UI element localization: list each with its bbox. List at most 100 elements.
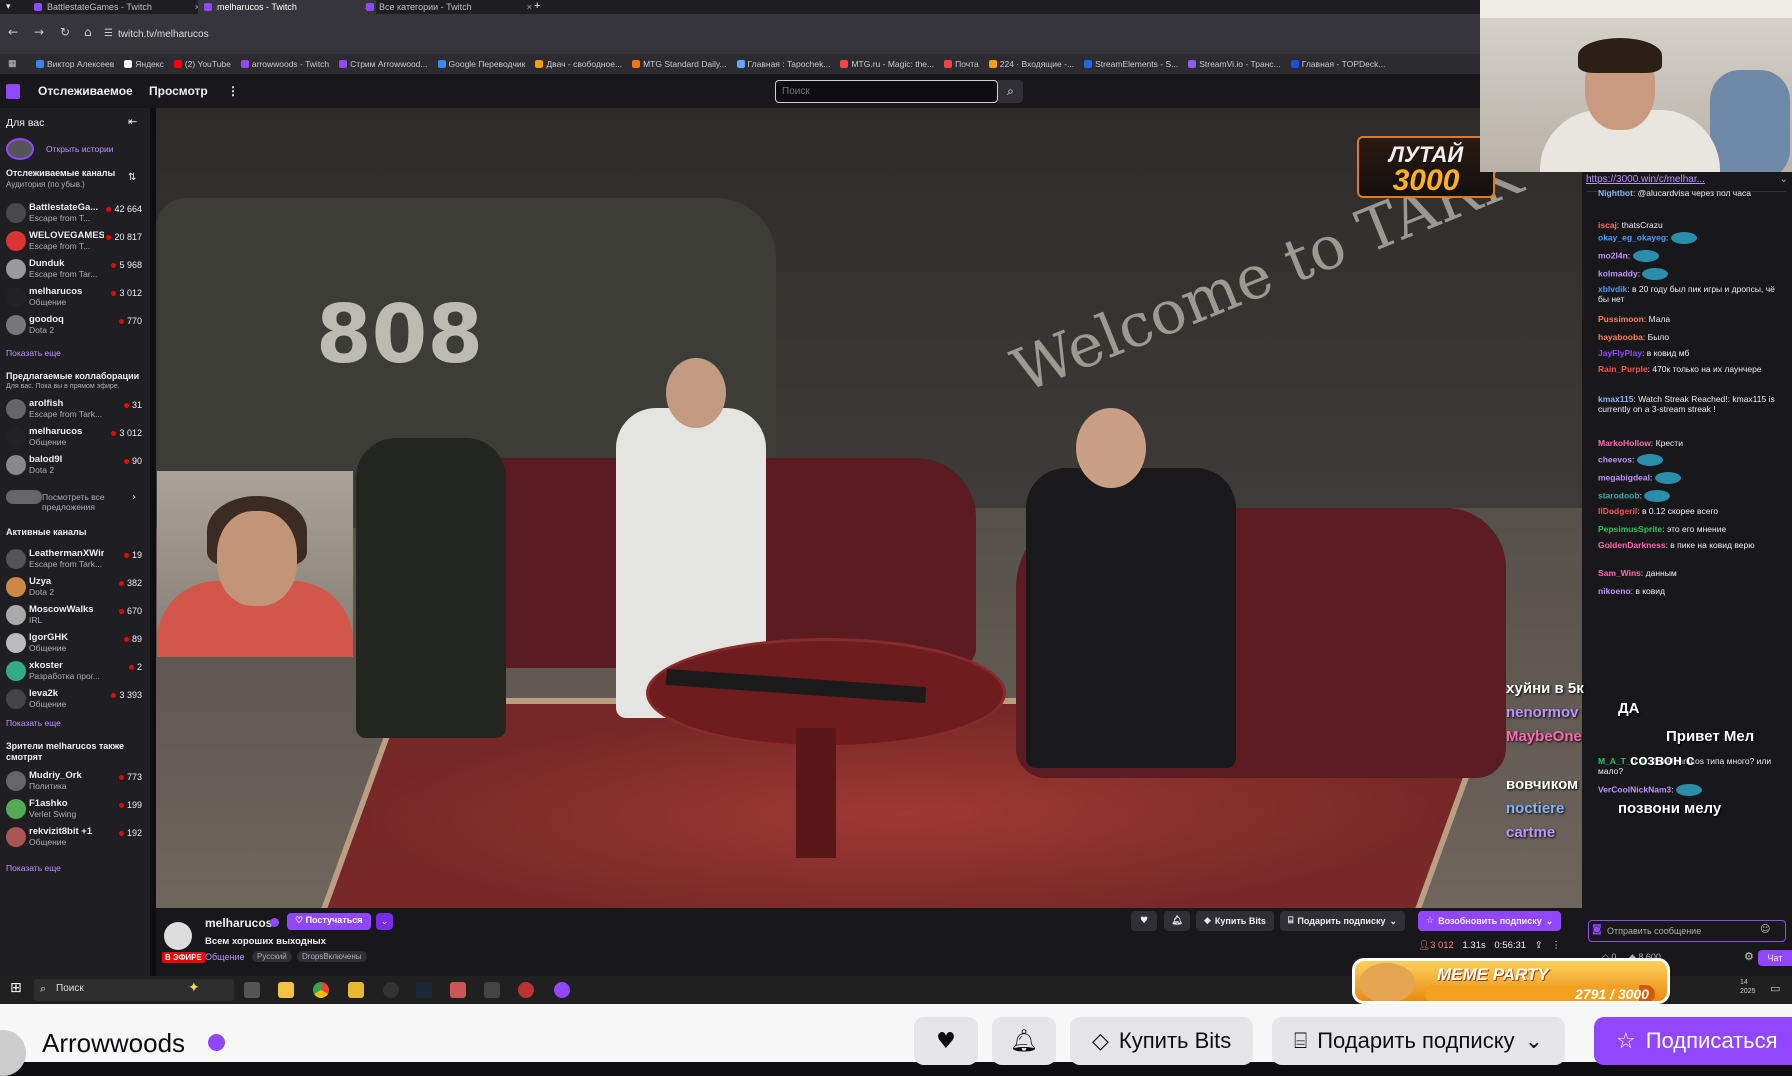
bookmark-item[interactable]: Google Переводчик — [437, 59, 525, 69]
bookmark-item[interactable]: Виктор Алексеев — [36, 59, 114, 69]
chat-username[interactable]: hayabooba — [1598, 332, 1643, 342]
follow-button[interactable]: ♡ Постучаться — [287, 913, 371, 930]
bookmark-item[interactable]: StreamElements - S... — [1084, 59, 1178, 69]
nav-more-icon[interactable]: ⋮ — [227, 84, 239, 98]
chat-username[interactable]: JayFlyPlay — [1598, 348, 1642, 358]
gift-sub-button[interactable]: ⌸ Подарить подписку ⌄ — [1280, 911, 1406, 931]
app-icon-grey[interactable] — [484, 982, 500, 998]
sidebar-channel-item[interactable]: melharucos Общение 3 012 — [0, 284, 150, 312]
heart-button[interactable]: ♥ — [1131, 911, 1157, 931]
close-tab-icon[interactable]: × — [527, 2, 532, 12]
sidebar-channel-item[interactable]: BattlestateGa... Escape from T... 42 664 — [0, 200, 150, 228]
more-options-icon[interactable]: ⋮ — [1551, 940, 1561, 951]
obs-icon[interactable] — [383, 982, 399, 998]
app-icon-yellow[interactable] — [348, 982, 364, 998]
chat-username[interactable]: starodoob — [1598, 490, 1640, 500]
browser-tab-categories[interactable]: Все категории - Twitch × — [360, 0, 538, 14]
tag-drops[interactable]: DropsВключены — [297, 951, 367, 962]
show-more-also[interactable]: Показать еще — [6, 863, 61, 873]
bookmark-item[interactable]: MTG Standard Daily... — [632, 59, 727, 69]
secondary-channel-name[interactable]: Arrowwoods — [42, 1028, 185, 1059]
video-player[interactable]: 808 Welcome to TARK — [156, 108, 1582, 908]
buy-bits-button[interactable]: ◆ Купить Bits — [1196, 911, 1274, 931]
stories-avatar[interactable] — [6, 138, 34, 160]
collapse-sidebar-icon[interactable]: ⇤ — [128, 115, 137, 128]
notifications-button[interactable]: 🔔︎ — [1164, 911, 1190, 931]
search-input[interactable] — [775, 80, 998, 103]
sidebar-channel-item[interactable]: leva2k Общение 3 393 — [0, 686, 150, 714]
chevron-down-icon[interactable]: ⌄ — [1780, 174, 1788, 185]
sidebar-channel-item[interactable]: Uzya Dota 2 382 — [0, 574, 150, 602]
chat-username[interactable]: mo2l4n — [1598, 250, 1628, 260]
bookmark-item[interactable]: Яндекс — [124, 59, 164, 69]
nav-following[interactable]: Отслеживаемое — [38, 84, 133, 98]
sidebar-channel-item[interactable]: MoscowWalks IRL 670 — [0, 602, 150, 630]
sidebar-channel-item[interactable]: arolfish Escape from Tark... 31 — [0, 396, 150, 424]
chat-username[interactable]: kolmaddy — [1598, 268, 1638, 278]
show-more-followed[interactable]: Показать еще — [6, 348, 61, 358]
resubscribe-button[interactable]: ☆ Возобновить подписку ⌄ — [1418, 911, 1562, 931]
chat-input[interactable]: Отправить сообщение — [1588, 920, 1786, 942]
sidebar-channel-item[interactable]: F1ashko Verlet Swing 199 — [0, 796, 150, 824]
chevron-right-icon[interactable]: › — [132, 492, 136, 503]
tag-russian[interactable]: Русский — [252, 951, 292, 962]
bookmark-item[interactable]: Двач - свободное... — [535, 59, 622, 69]
site-info-icon[interactable]: ☰ — [104, 28, 113, 39]
stream-category-link[interactable]: Общение — [205, 952, 244, 962]
sidebar-channel-item[interactable]: balod9l Dota 2 90 — [0, 452, 150, 480]
chat-username[interactable]: nikoeno — [1598, 586, 1631, 596]
bookmark-item[interactable]: Стрим Arrowwood... — [339, 59, 428, 69]
bookmark-item[interactable]: Главная - TOPDeck... — [1290, 59, 1385, 69]
open-stories-link[interactable]: Открыть истории — [46, 144, 114, 154]
bookmark-item[interactable]: 224 · Входящие -... — [988, 59, 1074, 69]
emote-picker-icon[interactable]: ☺ — [1760, 924, 1770, 935]
sidebar-channel-item[interactable]: IgorGHK Общение 89 — [0, 630, 150, 658]
bookmark-item[interactable]: MTG.ru - Magic: the... — [840, 59, 934, 69]
sidebar-channel-item[interactable]: xkoster Разработка прог... 2 — [0, 658, 150, 686]
sidebar-channel-item[interactable]: melharucos Общение 3 012 — [0, 424, 150, 452]
search-button[interactable]: ⌕ — [998, 80, 1023, 103]
share-icon[interactable]: ⇪ — [1535, 940, 1543, 951]
twitch-app-icon[interactable] — [554, 982, 570, 998]
windows-start-icon[interactable]: ⊞ — [10, 980, 22, 996]
sort-icon[interactable]: ⇅ — [128, 172, 136, 183]
chat-username[interactable]: iscaj — [1598, 220, 1617, 230]
sidebar-channel-item[interactable]: goodoq Dota 2 770 — [0, 312, 150, 340]
chat-username[interactable]: PepsimusSprite — [1598, 524, 1662, 534]
chrome-icon[interactable] — [313, 982, 329, 998]
reload-icon[interactable]: ↻ — [60, 25, 70, 39]
task-view-icon[interactable] — [244, 982, 260, 998]
channel-avatar[interactable] — [164, 922, 192, 950]
see-all-suggestions-link[interactable]: Посмотреть все предложения — [42, 492, 122, 512]
copilot-sparkle-icon[interactable]: ✦ — [188, 980, 200, 996]
twitch-logo-icon[interactable] — [6, 84, 20, 99]
sidebar-channel-item[interactable]: Dunduk Escape from Tar... 5 968 — [0, 256, 150, 284]
browser-tab-melharucos[interactable]: melharucos - Twitch× — [198, 0, 376, 14]
home-icon[interactable]: ⌂ — [84, 25, 92, 39]
chat-username[interactable]: VerCoolNickNam3 — [1598, 784, 1671, 794]
channel-name[interactable]: melharucos — [205, 916, 272, 930]
taskbar-search[interactable]: Поиск — [34, 979, 234, 1001]
chat-username[interactable]: cheevos — [1598, 454, 1632, 464]
apps-grid-icon[interactable]: ▦ — [8, 58, 17, 69]
chat-username[interactable]: Nightbot — [1598, 188, 1633, 198]
chat-username[interactable]: kmax115 — [1598, 394, 1633, 404]
nav-browse[interactable]: Просмотр — [149, 84, 208, 98]
sidebar-channel-item[interactable]: Mudriy_Ork Политика 773 — [0, 768, 150, 796]
chat-username[interactable]: okay_eg_okayeg — [1598, 232, 1666, 242]
show-more-active[interactable]: Показать еще — [6, 718, 61, 728]
app-icon-dark-red[interactable] — [518, 982, 534, 998]
chat-username[interactable]: Sam_Wins — [1598, 568, 1641, 578]
browser-tab-battlestate[interactable]: BattlestateGames - Twitch× — [28, 0, 206, 14]
chat-username[interactable]: Rain_Purple — [1598, 364, 1648, 374]
bottom-buy-bits-button[interactable]: ◇ Купить Bits — [1070, 1017, 1254, 1065]
bookmark-item[interactable]: StreamVi.io - Транс... — [1188, 59, 1281, 69]
new-tab-icon[interactable]: + — [534, 0, 540, 12]
chat-username[interactable]: GoldenDarkness — [1598, 540, 1666, 550]
bottom-subscribe-button[interactable]: ☆ Подписаться — [1594, 1017, 1792, 1065]
forward-icon[interactable]: → — [34, 25, 44, 39]
tab-menu-icon[interactable]: ▾ — [6, 1, 11, 12]
file-explorer-icon[interactable] — [278, 982, 294, 998]
bookmark-item[interactable]: arrowwoods - Twitch — [240, 59, 329, 69]
chat-username[interactable]: IlDodgeril — [1598, 506, 1637, 516]
